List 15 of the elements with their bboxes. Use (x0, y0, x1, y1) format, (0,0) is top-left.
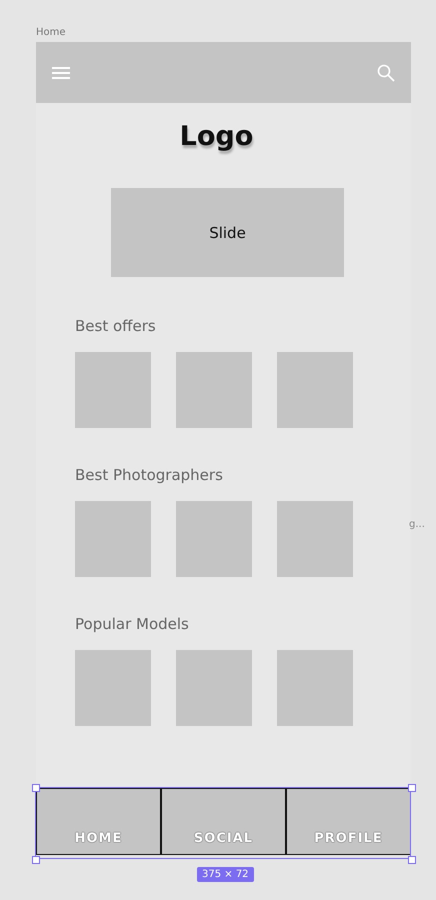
section-title: Best Photographers (75, 466, 223, 484)
resize-handle[interactable] (32, 784, 40, 792)
size-badge: 375 × 72 (197, 867, 254, 882)
section-title: Popular Models (75, 615, 189, 633)
logo: Logo (180, 121, 254, 152)
frame-label: Home (36, 27, 66, 38)
resize-handle[interactable] (408, 784, 416, 792)
slide-label: Slide (209, 224, 246, 242)
section-title: Best offers (75, 317, 156, 335)
slide-banner[interactable]: Slide (111, 188, 344, 277)
resize-handle[interactable] (408, 856, 416, 864)
frame-label: g... (409, 519, 425, 530)
nav-tab[interactable]: HOME (37, 789, 160, 854)
resize-handle[interactable] (32, 856, 40, 864)
nav-tab[interactable]: SOCIAL (160, 789, 285, 854)
